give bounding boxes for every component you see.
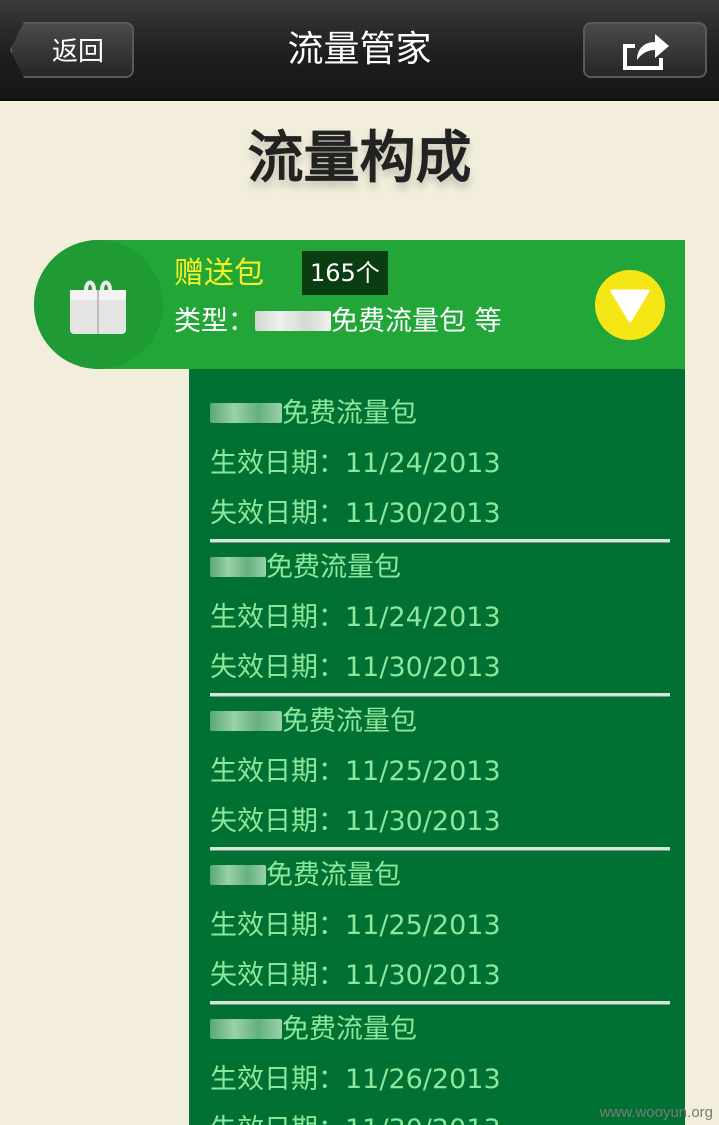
top-bar: 返回 流量管家 [0,0,719,101]
shopping-bag-icon [70,280,126,334]
redacted-text [210,710,282,731]
item-start-date: 生效日期：11/25/2013 [210,756,501,787]
item-name: 免费流量包 [210,858,401,894]
item-name: 免费流量包 [210,1012,417,1048]
share-icon [623,34,669,70]
page-heading: 流量构成 [247,125,472,191]
package-count-badge: 165个 [302,251,388,295]
redacted-text [210,1018,282,1039]
list-item: 免费流量包 生效日期：11/25/2013 失效日期：11/30/2013 [189,677,685,850]
item-end-date: 失效日期：11/30/2013 [210,1112,501,1125]
package-list[interactable]: 免费流量包 生效日期：11/24/2013 失效日期：11/30/2013 免费… [189,369,685,1125]
redacted-text [210,864,266,885]
list-item: 免费流量包 生效日期：11/24/2013 失效日期：11/30/2013 [189,369,685,542]
package-header[interactable]: 赠送包 165个 类型： 免费流量包 等 [34,240,685,369]
package-type: 类型： 免费流量包 等 [174,302,502,342]
item-start-date: 生效日期：11/25/2013 [210,910,501,941]
list-item: 免费流量包 生效日期：11/24/2013 失效日期：11/30/2013 [189,523,685,696]
expand-button[interactable] [595,270,665,340]
chevron-down-icon [610,289,650,323]
item-name: 免费流量包 [210,396,417,432]
item-start-date: 生效日期：11/26/2013 [210,1064,501,1095]
item-start-date: 生效日期：11/24/2013 [210,448,501,479]
item-name: 免费流量包 [210,704,417,740]
package-name: 赠送包 [174,256,264,291]
item-start-date: 生效日期：11/24/2013 [210,602,501,633]
bag-circle [34,240,163,369]
redacted-text [210,556,266,577]
share-button[interactable] [583,22,707,78]
redacted-text [255,310,331,331]
package-type-label: 类型： [174,306,255,337]
list-item: 免费流量包 生效日期：11/25/2013 失效日期：11/30/2013 [189,831,685,1004]
redacted-text [210,402,282,423]
package-type-value: 免费流量包 等 [331,306,502,337]
watermark: www.wooyun.org [599,1104,713,1121]
item-name: 免费流量包 [210,550,401,586]
